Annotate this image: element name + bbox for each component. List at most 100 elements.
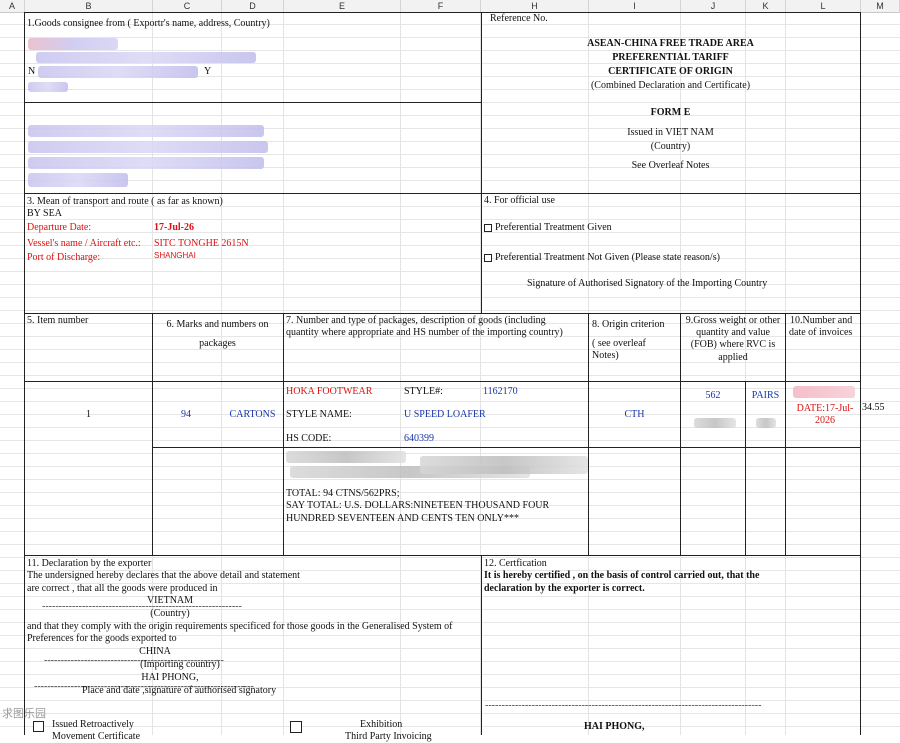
third-party-label: Third Party Invoicing xyxy=(345,731,432,742)
col8-header-3: Notes) xyxy=(592,350,619,361)
vessel-label: Vessel's name / Aircraft etc.: xyxy=(27,238,141,249)
box4-label: 4. For official use xyxy=(484,195,555,206)
box12-line-2: declaration by the exporter is correct. xyxy=(484,583,645,594)
redacted-consignee-4 xyxy=(28,173,128,187)
redacted-consignee-1 xyxy=(28,125,264,137)
vessel-value: SITC TONGHE 2615N xyxy=(154,238,249,249)
redacted-invoice-number xyxy=(793,386,855,398)
column-header-f[interactable]: F xyxy=(401,0,481,12)
redacted-fob-currency xyxy=(756,418,776,428)
box12-line-1: It is hereby certified , on the basis of… xyxy=(484,570,760,581)
redacted-exporter-name xyxy=(28,38,118,50)
divider-col8 xyxy=(588,313,589,555)
importing-country-caption: (Importing country) xyxy=(140,659,220,670)
item-say-total-2: HUNDRED SEVENTEEN AND CENTS TEN ONLY*** xyxy=(286,513,519,524)
divider-box1-box2 xyxy=(24,102,481,103)
col6-header-1: 6. Marks and numbers on xyxy=(166,319,269,330)
redacted-exporter-address-3 xyxy=(28,82,68,92)
item-hs-code-label: HS CODE: xyxy=(286,433,332,444)
exhibition-checkbox[interactable] xyxy=(290,721,302,733)
column-header-k[interactable]: K xyxy=(746,0,786,12)
departure-date-label: Departure Date: xyxy=(27,222,92,233)
divider-item-row xyxy=(152,447,860,448)
treatment-given-label: Preferential Treatment Given xyxy=(495,222,612,233)
redacted-consignee-2 xyxy=(28,141,268,153)
box1-fragment-y: Y xyxy=(204,66,212,77)
col9-header-4: applied xyxy=(718,352,748,363)
column-header-d[interactable]: D xyxy=(222,0,284,12)
movement-certificate-label: Movement Certificate xyxy=(52,731,141,742)
issued-country-caption: (Country) xyxy=(650,141,691,152)
column-header-e[interactable]: E xyxy=(284,0,401,12)
item-hs-code-value: 640399 xyxy=(404,433,434,444)
item-marks: 94 xyxy=(181,409,191,420)
overleaf-notes-label: See Overleaf Notes xyxy=(631,160,710,171)
item-quantity: 562 xyxy=(705,390,721,401)
column-header-h[interactable]: H xyxy=(481,0,589,12)
divider-box3 xyxy=(24,193,860,194)
form-e-label: FORM E xyxy=(650,107,691,118)
producing-country-caption: (Country) xyxy=(150,608,190,619)
item-style-name-label: STYLE NAME: xyxy=(286,409,352,420)
col5-header: 5. Item number xyxy=(27,315,89,326)
issued-retroactively-checkbox[interactable] xyxy=(33,721,44,732)
departure-date-value: 17-Jul-26 xyxy=(154,222,194,233)
divider-box12 xyxy=(481,555,482,735)
exhibition-label: Exhibition xyxy=(360,719,403,730)
box12-label: 12. Certfication xyxy=(484,558,547,569)
box3-label: 3. Mean of transport and route ( as far … xyxy=(27,196,223,207)
reference-no-label: Reference No. xyxy=(490,13,548,24)
box11-line-3: and that they comply with the origin req… xyxy=(27,621,453,632)
column-header-j[interactable]: J xyxy=(681,0,746,12)
treatment-not-given-checkbox[interactable] xyxy=(484,254,492,262)
port-discharge-label: Port of Discharge: xyxy=(27,252,101,263)
column-header-m[interactable]: M xyxy=(861,0,900,12)
item-total: TOTAL: 94 CTNS/562PRS; xyxy=(286,488,400,499)
column-header-c[interactable]: C xyxy=(153,0,222,12)
divider-items-header xyxy=(24,381,860,382)
column-header-b[interactable]: B xyxy=(25,0,153,12)
column-header-a[interactable]: A xyxy=(0,0,25,12)
divider-box11 xyxy=(24,555,860,556)
item-package-type: CARTONS xyxy=(229,409,276,420)
redacted-description-3 xyxy=(420,456,588,474)
invoice-date: DATE:17-Jul-2026 xyxy=(796,403,854,426)
column-header-i[interactable]: I xyxy=(589,0,681,12)
col7-header-2: quantity where appropriate and HS number… xyxy=(286,327,563,338)
header-title-1: ASEAN-CHINA FREE TRADE AREA xyxy=(587,38,754,49)
column-header-l[interactable]: L xyxy=(786,0,861,12)
divider-items-top xyxy=(24,313,860,314)
importing-signature-label: Signature of Authorised Signatory of the… xyxy=(527,278,768,289)
item-style-value: 1162170 xyxy=(483,386,518,397)
dashed-line-4: ----------------------------------------… xyxy=(485,700,762,711)
item-number: 1 xyxy=(86,409,91,420)
issued-retroactively-label: Issued Retroactively xyxy=(52,719,134,730)
redacted-description-1 xyxy=(286,451,406,463)
box11-line-2: are correct , that all the goods were pr… xyxy=(27,583,218,594)
col6-header-2: packages xyxy=(199,338,236,349)
port-discharge-value: SHANGHAI xyxy=(154,251,196,260)
header-title-3: CERTIFICATE OF ORIGIN xyxy=(608,66,733,77)
item-style-label: STYLE#: xyxy=(404,386,443,397)
side-value: 34.55 xyxy=(862,402,885,413)
box1-label: 1.Goods consignee from ( Exportr's name,… xyxy=(27,18,270,29)
transport-mode: BY SEA xyxy=(27,208,62,219)
col10-header-2: date of invoices xyxy=(789,327,853,338)
divider-col7 xyxy=(283,313,284,555)
box11-line-4: Preferences for the goods exported to xyxy=(27,633,177,644)
col8-header-2: ( see overleaf xyxy=(592,338,646,349)
border-top xyxy=(24,12,860,13)
exporter-place-caption: Place and date ,signature of authorised … xyxy=(82,685,277,696)
box11-line-1: The undersigned hereby declares that the… xyxy=(27,570,300,581)
treatment-not-given-label: Preferential Treatment Not Given (Please… xyxy=(495,252,720,263)
col10-header-1: 10.Number and xyxy=(790,315,853,326)
col9-header-3: (FOB) where RVC is xyxy=(690,339,776,350)
redacted-consignee-3 xyxy=(28,157,264,169)
col9-header-1: 9.Gross weight or other xyxy=(685,315,781,326)
redacted-fob-value xyxy=(694,418,736,428)
redacted-exporter-address-1 xyxy=(36,52,256,63)
border-left xyxy=(24,12,25,735)
treatment-given-checkbox[interactable] xyxy=(484,224,492,232)
issued-in-label: Issued in VIET NAM xyxy=(627,127,714,138)
item-unit: PAIRS xyxy=(751,390,780,401)
